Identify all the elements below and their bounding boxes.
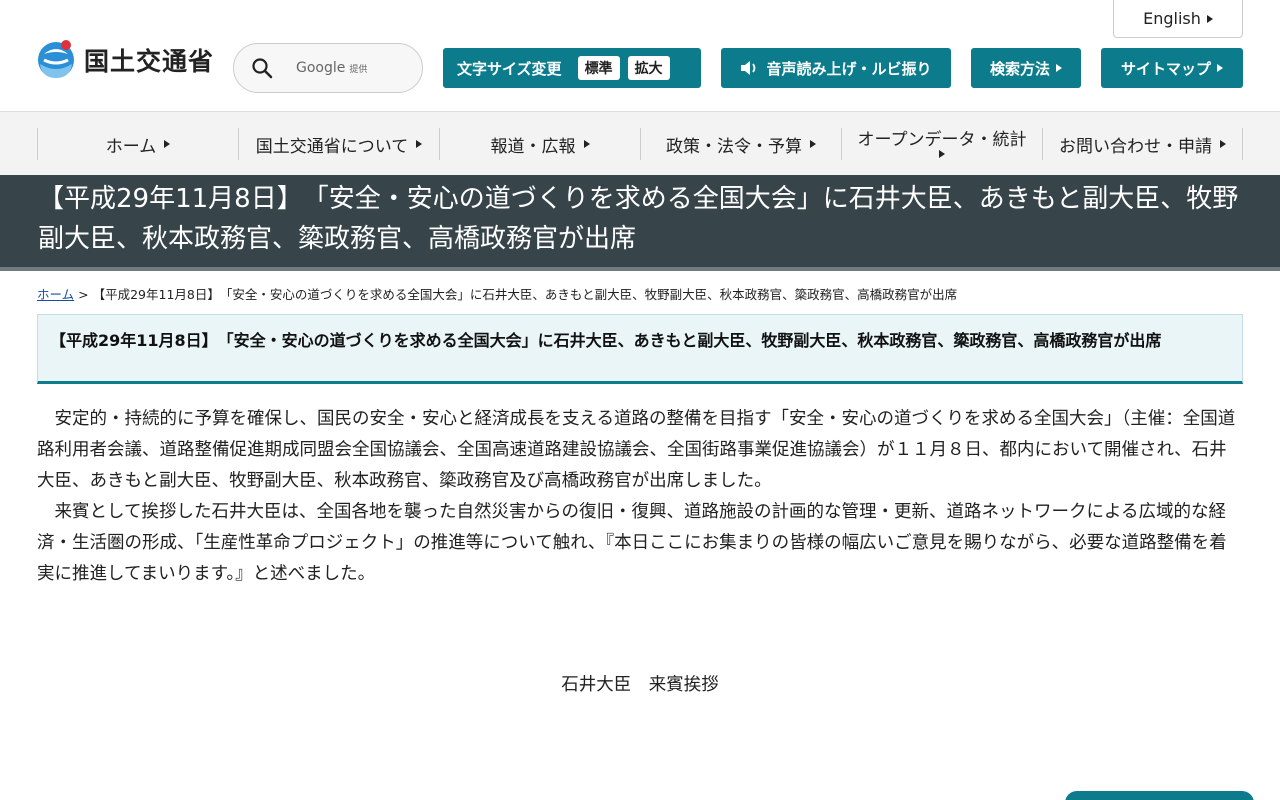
sitemap-label: サイトマップ xyxy=(1120,59,1211,78)
search-icon xyxy=(252,58,273,79)
arrow-right-icon xyxy=(1206,14,1213,23)
arrow-right-icon xyxy=(1217,64,1223,72)
breadcrumb: ホーム > 【平成29年11月8日】 「安全・安心の道づくりを求める全国大会」に… xyxy=(37,284,957,303)
nav-item-label: 報道・広報 xyxy=(490,136,576,157)
breadcrumb-separator: > xyxy=(78,287,89,302)
nav-item-label: オープンデータ・統計 xyxy=(857,130,1027,150)
search-method-button[interactable]: 検索方法 xyxy=(971,48,1081,88)
photo-caption: 石井大臣 来賓挨拶 xyxy=(561,675,719,695)
arrow-right-icon xyxy=(810,140,816,148)
site-logo[interactable]: 国土交通省 xyxy=(36,38,214,82)
nav-item-label: 国土交通省について xyxy=(255,136,409,157)
english-link[interactable]: English xyxy=(1113,0,1243,38)
arrow-right-icon xyxy=(1056,64,1062,72)
search-method-label: 検索方法 xyxy=(989,59,1050,78)
article-heading: 【平成29年11月8日】 「安全・安心の道づくりを求める全国大会」に石井大臣、あ… xyxy=(37,314,1243,384)
nav-item-press[interactable]: 報道・広報 xyxy=(439,128,640,160)
nav-item-label: 政策・法令・予算 xyxy=(666,136,802,157)
article-paragraph: 来賓として挨拶した石井大臣は、全国各地を襲った自然災害からの復旧・復興、道路施設… xyxy=(37,502,1227,584)
arrow-right-icon xyxy=(164,140,171,148)
site-header: 国土交通省 Google 提供 English 文字サイズ変更 標準 拡大 音声読… xyxy=(0,0,1280,112)
font-size-label: 文字サイズ変更 xyxy=(457,59,562,78)
arrow-right-icon xyxy=(1220,140,1226,148)
font-size-control: 文字サイズ変更 標準 拡大 xyxy=(443,48,701,88)
speaker-icon xyxy=(741,61,756,75)
nav-item-about[interactable]: 国土交通省について xyxy=(238,128,439,160)
nav-item-home[interactable]: ホーム xyxy=(37,128,238,160)
site-name: 国土交通省 xyxy=(84,47,215,76)
arrow-right-icon xyxy=(939,150,945,158)
search-placeholder: Google 提供 xyxy=(296,60,368,76)
nav-item-opendata[interactable]: オープンデータ・統計 xyxy=(841,128,1042,160)
arrow-right-icon xyxy=(416,140,423,148)
page-top-button[interactable] xyxy=(1065,791,1254,800)
arrow-right-icon xyxy=(583,140,590,148)
nav-item-policy[interactable]: 政策・法令・予算 xyxy=(640,128,841,160)
voice-ruby-label: 音声読み上げ・ルビ振り xyxy=(766,59,932,78)
nav-item-label: ホーム xyxy=(105,136,157,157)
breadcrumb-home-link[interactable]: ホーム xyxy=(37,287,74,302)
english-label: English xyxy=(1143,9,1201,28)
article-body: 安定的・持続的に予算を確保し、国民の安全・安心と経済成長を支える道路の整備を目指… xyxy=(37,404,1243,590)
voice-ruby-button[interactable]: 音声読み上げ・ルビ振り xyxy=(721,48,951,88)
nav-item-label: お問い合わせ・申請 xyxy=(1059,136,1212,157)
mlit-logo-icon xyxy=(38,40,74,78)
article-paragraph: 安定的・持続的に予算を確保し、国民の安全・安心と経済成長を支える道路の整備を目指… xyxy=(37,409,1236,491)
nav-item-contact[interactable]: お問い合わせ・申請 xyxy=(1042,128,1243,160)
site-search-box[interactable]: Google 提供 xyxy=(233,43,423,93)
font-size-large-button[interactable]: 拡大 xyxy=(627,56,670,80)
page-title: 【平成29年11月8日】 「安全・安心の道づくりを求める全国大会」に石井大臣、あ… xyxy=(0,175,1280,271)
breadcrumb-current: 【平成29年11月8日】 「安全・安心の道づくりを求める全国大会」に石井大臣、あ… xyxy=(92,287,958,302)
sitemap-button[interactable]: サイトマップ xyxy=(1101,48,1243,88)
font-size-standard-button[interactable]: 標準 xyxy=(577,56,620,80)
global-nav: ホーム 国土交通省について 報道・広報 政策・法令・予算 オープンデータ・統計 … xyxy=(0,112,1280,175)
